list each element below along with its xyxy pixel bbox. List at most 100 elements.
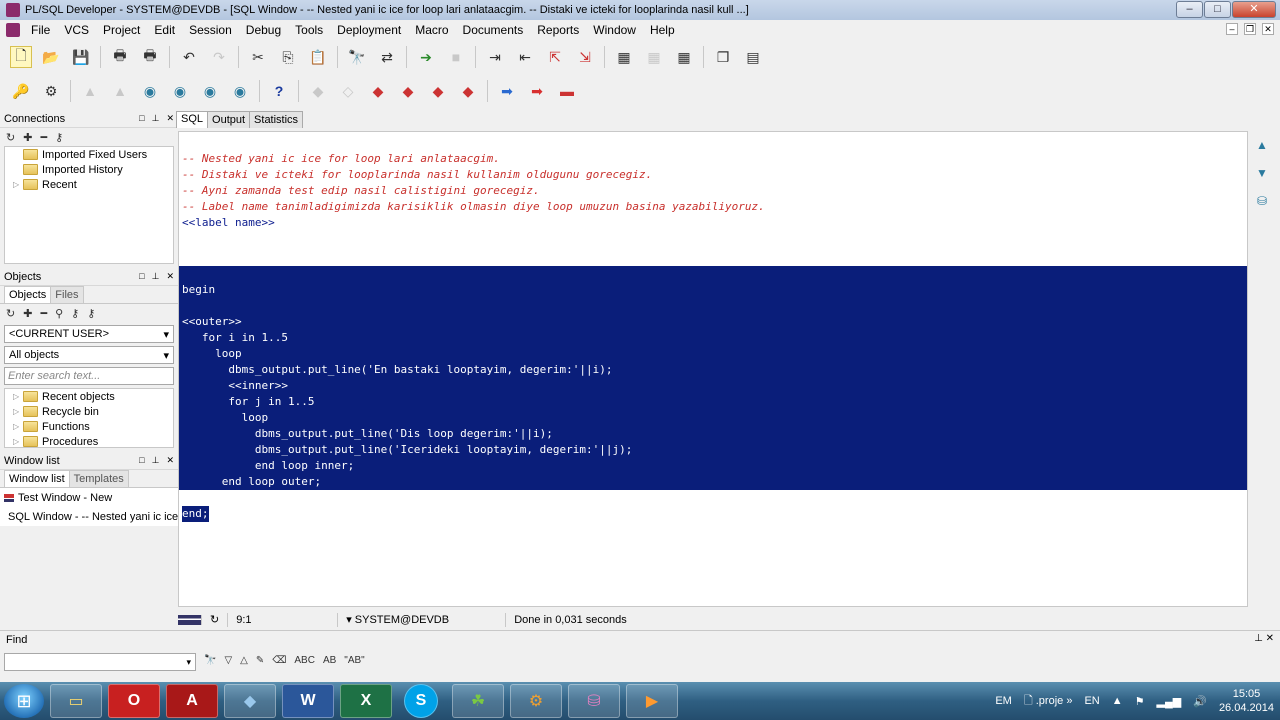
debug-start-icon[interactable]: ◆	[307, 80, 329, 102]
tree-item[interactable]: Imported History	[5, 162, 173, 177]
paste-icon[interactable]: 📋	[307, 46, 329, 68]
menu-vcs[interactable]: VCS	[57, 23, 96, 37]
close-icon[interactable]: ✕	[166, 455, 174, 466]
match-case-icon[interactable]: ABC	[294, 655, 315, 666]
tile-icon[interactable]: ▤	[742, 46, 764, 68]
eraser-icon[interactable]: ⌫	[272, 655, 286, 666]
pin-icon[interactable]: ⊥ ✕	[1254, 633, 1274, 644]
word-task[interactable]: W	[282, 684, 334, 718]
flag-icon[interactable]: ⚑	[1135, 695, 1145, 708]
step-out-icon[interactable]: ◆	[427, 80, 449, 102]
window-list-item[interactable]: Test Window - New	[0, 488, 178, 507]
maximize-button[interactable]: □	[1204, 1, 1231, 18]
tab-files[interactable]: Files	[50, 286, 84, 303]
database-icon[interactable]: ⛁	[1257, 194, 1267, 208]
language-indicator[interactable]: EM	[995, 695, 1012, 707]
highlight-icon[interactable]: ✎	[256, 655, 264, 666]
tree-item[interactable]: Imported Fixed Users	[5, 147, 173, 162]
tree-item[interactable]: ▷ Recent	[5, 177, 173, 192]
arrow-up-icon[interactable]: ▲	[1256, 138, 1268, 152]
debug-run-icon[interactable]: ◇	[337, 80, 359, 102]
minimize-button[interactable]: –	[1176, 1, 1203, 18]
whole-word-icon[interactable]: AB	[323, 655, 336, 666]
command-window-icon[interactable]: ◉	[199, 80, 221, 102]
refresh-icon[interactable]: ↻	[6, 131, 15, 144]
restore-icon[interactable]: □	[139, 113, 144, 124]
opera-task[interactable]: O	[108, 684, 160, 718]
gear-icon[interactable]: ⚙	[40, 80, 62, 102]
arrow-right-blue-icon[interactable]: ➡	[496, 80, 518, 102]
volume-icon[interactable]: 🔊	[1193, 695, 1207, 708]
copy-icon[interactable]: ⎘	[277, 46, 299, 68]
tab-sql[interactable]: SQL	[176, 111, 209, 128]
plsql-task[interactable]: ⛁	[568, 684, 620, 718]
tab-statistics[interactable]: Statistics	[249, 111, 304, 128]
java-task[interactable]: ⚙	[510, 684, 562, 718]
network-icon[interactable]: ▂▄▆	[1157, 695, 1182, 708]
tree-item[interactable]: ▷ Recent objects	[5, 389, 173, 404]
rollback-icon[interactable]: ⇤	[514, 46, 536, 68]
excel-task[interactable]: X	[340, 684, 392, 718]
breakpoint-icon[interactable]: ◆	[457, 80, 479, 102]
toad-task[interactable]: ☘	[452, 684, 504, 718]
connection-indicator[interactable]: ▾ SYSTEM@DEVDB	[338, 613, 507, 627]
tree-item[interactable]: ▷ Recycle bin	[5, 404, 173, 419]
menu-help[interactable]: Help	[643, 23, 682, 37]
menu-file[interactable]: File	[24, 23, 57, 37]
mdi-restore-icon[interactable]: ❐	[1244, 23, 1256, 35]
refresh-icon[interactable]: ↻	[6, 307, 15, 320]
search-input[interactable]: Enter search text...	[4, 367, 174, 385]
close-button[interactable]: ✕	[1232, 1, 1276, 18]
window-list-item[interactable]: SQL Window - -- Nested yani ic ice	[0, 507, 178, 526]
menu-edit[interactable]: Edit	[147, 23, 182, 37]
filter-select[interactable]: All objects ▾	[4, 346, 174, 364]
tree-item[interactable]: ▷ Functions	[5, 419, 173, 434]
tab-window-list[interactable]: Window list	[4, 470, 70, 487]
add-icon[interactable]: ✚	[23, 307, 32, 320]
open-icon[interactable]: 📂	[40, 46, 62, 68]
tab-templates[interactable]: Templates	[68, 470, 129, 487]
tree-item[interactable]: ▷ Procedures	[5, 434, 173, 449]
remove-icon[interactable]: ━	[40, 131, 47, 144]
arrow-right-red-icon[interactable]: ➡	[526, 80, 548, 102]
close-icon[interactable]: ✕	[166, 113, 174, 124]
find-next-icon[interactable]: ▽	[224, 655, 232, 666]
tab-objects[interactable]: Objects	[4, 286, 52, 303]
menu-deployment[interactable]: Deployment	[330, 23, 408, 37]
print-icon[interactable]: 🖶	[109, 46, 131, 68]
step-over-icon[interactable]: ◆	[397, 80, 419, 102]
menu-macro[interactable]: Macro	[408, 23, 455, 37]
db-tool2-icon[interactable]: ▦	[643, 46, 665, 68]
media-task[interactable]: ▶	[626, 684, 678, 718]
explain-icon[interactable]: ⇱	[544, 46, 566, 68]
menu-documents[interactable]: Documents	[456, 23, 531, 37]
skype-task[interactable]: S	[404, 684, 438, 718]
save-icon[interactable]: 💾	[70, 46, 92, 68]
stop-icon[interactable]: ■	[445, 46, 467, 68]
connect-icon[interactable]: ⚷	[55, 131, 63, 144]
tab-output[interactable]: Output	[207, 111, 251, 128]
query-builder-icon[interactable]: ⇲	[574, 46, 596, 68]
explorer-task[interactable]: ▭	[50, 684, 102, 718]
test-window-icon[interactable]: ◉	[229, 80, 251, 102]
remove-icon[interactable]: ━	[40, 307, 47, 320]
find-input[interactable]: ▾	[4, 653, 196, 671]
cut-icon[interactable]: ✂	[247, 46, 269, 68]
find-prev-icon[interactable]: △	[240, 655, 248, 666]
regex-icon[interactable]: "AB"	[344, 655, 364, 666]
language-indicator-2[interactable]: EN	[1084, 695, 1099, 707]
binoculars-icon[interactable]: 🔭	[204, 655, 216, 666]
menu-session[interactable]: Session	[182, 23, 239, 37]
menu-tools[interactable]: Tools	[288, 23, 330, 37]
describe-icon[interactable]: ▲	[79, 80, 101, 102]
find-icon[interactable]: 🔭	[346, 46, 368, 68]
pin-icon[interactable]: ⊥	[152, 113, 160, 124]
undo-icon[interactable]: ↶	[178, 46, 200, 68]
filter-icon[interactable]: ⚷	[71, 307, 79, 320]
clock[interactable]: 15:05 26.04.2014	[1219, 687, 1274, 715]
execute-icon[interactable]: ➔	[415, 46, 437, 68]
help-icon[interactable]: ?	[268, 80, 290, 102]
pdf-task[interactable]: A	[166, 684, 218, 718]
refresh-icon[interactable]: ↻	[202, 613, 229, 627]
virtualbox-task[interactable]: ◆	[224, 684, 276, 718]
